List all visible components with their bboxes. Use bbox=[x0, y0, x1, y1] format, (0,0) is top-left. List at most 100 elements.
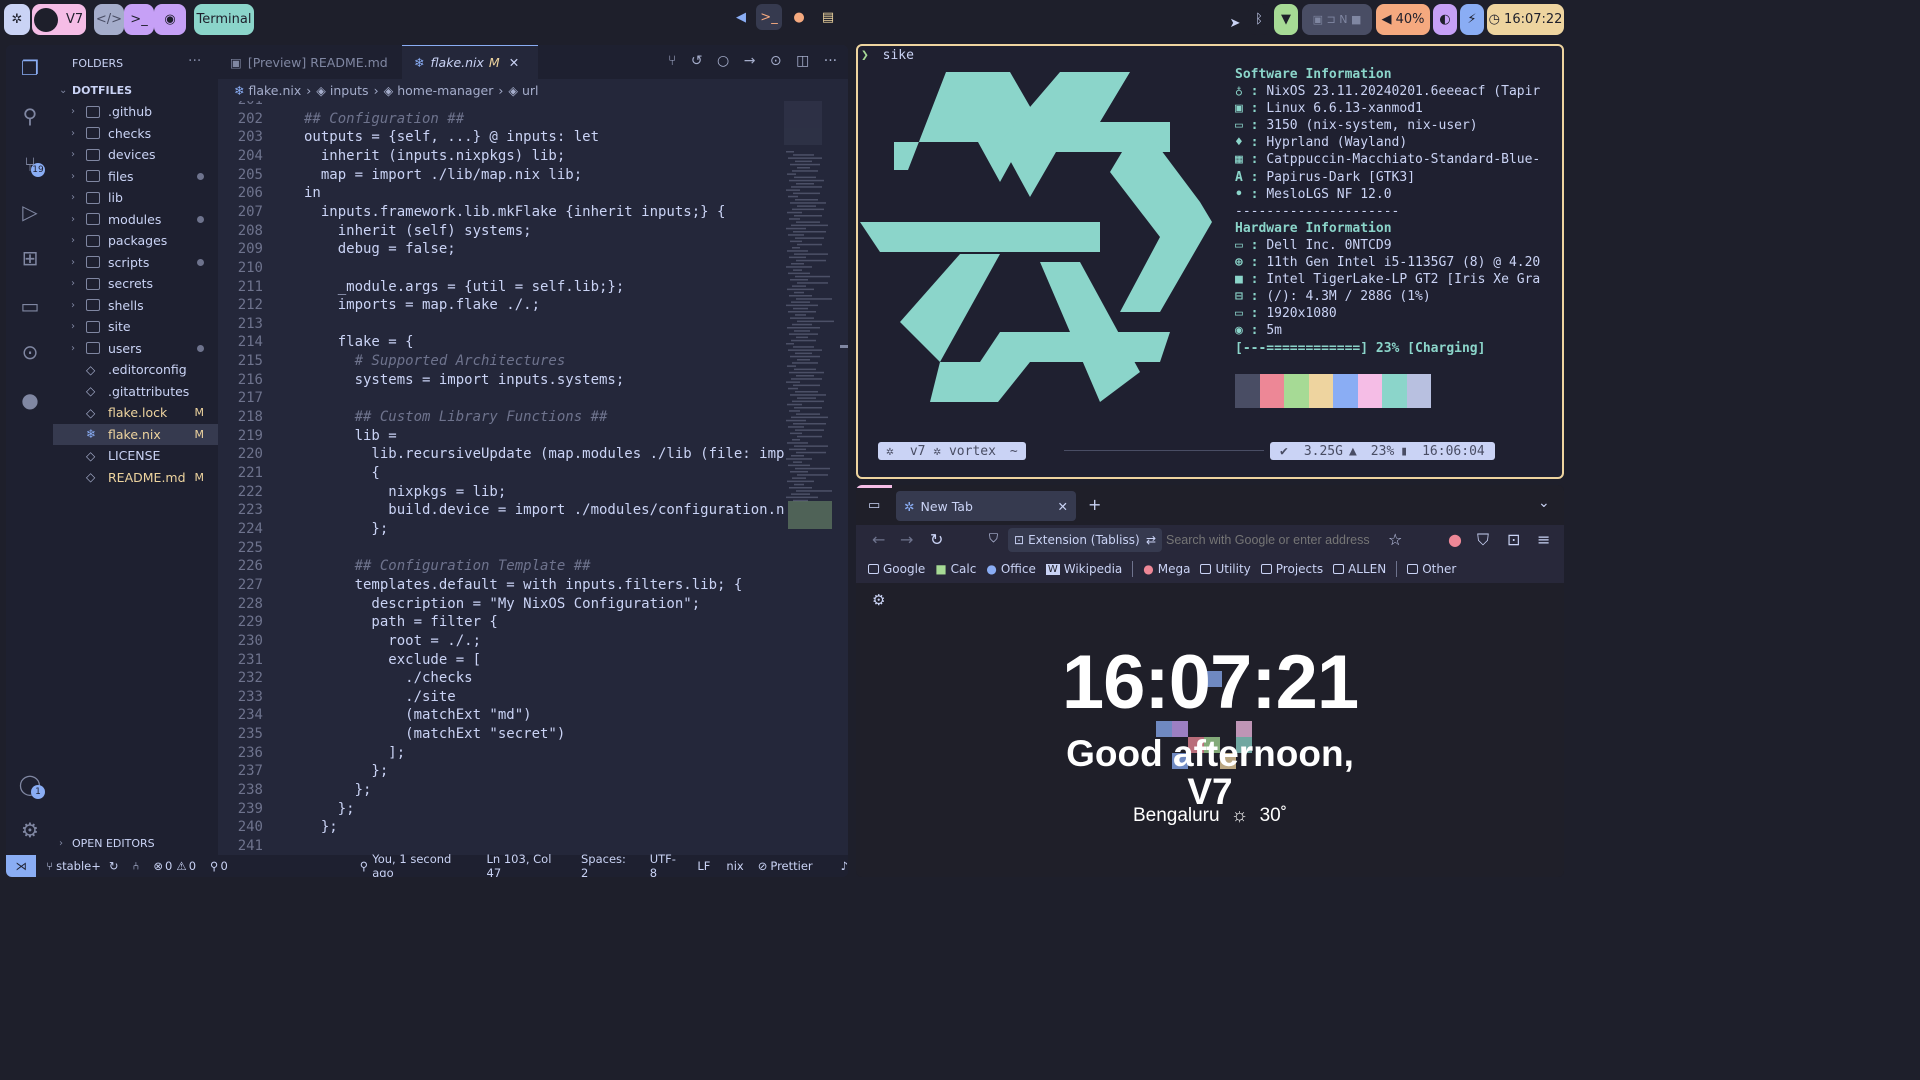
branch-name[interactable]: stable+ bbox=[56, 859, 101, 873]
back-icon[interactable]: ← bbox=[872, 530, 885, 549]
breadcrumb-file[interactable]: flake.nix bbox=[248, 83, 301, 98]
code-view[interactable]: 201202 ## Configuration ## 203 outputs = {s… bbox=[218, 101, 784, 855]
file-item[interactable]: ◇ .gitattributes bbox=[53, 381, 218, 402]
run-debug-icon[interactable]: ▷ bbox=[17, 199, 43, 225]
terminal-task-icon[interactable]: >_ bbox=[756, 4, 782, 30]
split-editor-icon[interactable]: ◫ bbox=[796, 53, 809, 69]
bookmark-other[interactable]: Other bbox=[1407, 562, 1456, 576]
folder-item[interactable]: › files bbox=[53, 166, 218, 187]
line-ending[interactable]: LF bbox=[697, 859, 710, 873]
workspace-terminal-button[interactable]: >_ bbox=[124, 4, 154, 35]
bookmark-mega[interactable]: ● Mega bbox=[1143, 562, 1190, 576]
error-count[interactable]: 0 bbox=[165, 859, 172, 873]
extensions-button-icon[interactable]: ⊡ bbox=[1507, 530, 1520, 549]
tabliss-settings-gear-icon[interactable]: ⚙ bbox=[872, 591, 885, 609]
folder-item[interactable]: › users bbox=[53, 338, 218, 359]
formatter[interactable]: Prettier bbox=[770, 859, 812, 873]
power-profile-button[interactable]: ⚡ bbox=[1460, 4, 1484, 35]
wifi-button[interactable]: ▼ bbox=[1274, 4, 1298, 35]
folder-item[interactable]: › scripts bbox=[53, 252, 218, 273]
git-graph-status-icon[interactable]: ⑃ bbox=[133, 859, 140, 873]
address-bar[interactable] bbox=[1166, 529, 1384, 551]
remote-indicator[interactable]: ⋊ bbox=[6, 855, 37, 877]
toggle-blame-icon[interactable]: ⊙ bbox=[770, 53, 782, 69]
terminal-window[interactable]: ❯ sike Software Information ♁ : NixOS 23.… bbox=[856, 44, 1564, 479]
scrollbar[interactable] bbox=[840, 345, 848, 348]
extension-chip[interactable]: ⊡ Extension (Tabliss) ⇄ bbox=[1008, 528, 1162, 552]
sidebar-more-icon[interactable]: ··· bbox=[188, 53, 201, 69]
bookmark-google[interactable]: Google bbox=[868, 562, 925, 576]
tab-list-chevron-icon[interactable]: ⌄ bbox=[1538, 495, 1550, 511]
volume-pill[interactable]: ◀ 40% bbox=[1376, 4, 1430, 35]
settings-gear-icon[interactable]: ⚙ bbox=[17, 817, 43, 843]
file-item[interactable]: ◇ flake.lock M bbox=[53, 402, 218, 423]
extension-tomato-icon[interactable]: ● bbox=[1448, 530, 1462, 549]
sync-icon[interactable]: ↻ bbox=[109, 859, 119, 873]
file-item[interactable]: ◇ .editorconfig bbox=[53, 359, 218, 380]
language-mode[interactable]: nix bbox=[726, 859, 743, 873]
folder-item[interactable]: › .github bbox=[53, 101, 218, 122]
breadcrumb-home-manager[interactable]: home-manager bbox=[397, 83, 493, 98]
prev-change-icon[interactable]: ○ bbox=[717, 53, 729, 69]
folder-item[interactable]: › modules bbox=[53, 209, 218, 230]
git-graph-icon[interactable]: ⊙ bbox=[17, 339, 43, 365]
next-change-icon[interactable]: → bbox=[744, 53, 756, 69]
ublock-icon[interactable]: ⛉ bbox=[1477, 530, 1489, 550]
github-icon[interactable]: ● bbox=[17, 387, 43, 413]
workspace-code-button[interactable]: </> bbox=[94, 4, 124, 35]
accounts-icon[interactable]: ◯ 1 bbox=[17, 771, 45, 799]
bookmark-utility[interactable]: Utility bbox=[1200, 562, 1251, 576]
close-tab-icon[interactable]: ✕ bbox=[509, 55, 519, 70]
more-actions-icon[interactable]: ··· bbox=[824, 53, 837, 69]
theme-toggle-button[interactable]: ◐ bbox=[1433, 4, 1457, 35]
file-item[interactable]: ◇ README.md M bbox=[53, 467, 218, 488]
tab-flake-nix[interactable]: ❄ flake.nix M ✕ bbox=[402, 45, 538, 79]
files-task-icon[interactable]: ▤ bbox=[815, 4, 841, 30]
source-control-icon[interactable]: ⑂ 19 bbox=[17, 151, 45, 177]
menu-icon[interactable]: ≡ bbox=[1537, 530, 1550, 549]
indentation[interactable]: Spaces: 2 bbox=[581, 852, 634, 877]
bookmark-star-icon[interactable]: ☆ bbox=[1388, 530, 1402, 549]
folder-item[interactable]: › packages bbox=[53, 230, 218, 251]
folder-item[interactable]: › shells bbox=[53, 295, 218, 316]
clock-pill[interactable]: ◷ 16:07:22 bbox=[1487, 4, 1564, 35]
warning-count[interactable]: 0 bbox=[189, 859, 196, 873]
close-tab-icon[interactable]: ✕ bbox=[1058, 499, 1068, 514]
ports-count[interactable]: 0 bbox=[220, 859, 227, 873]
extensions-icon[interactable]: ⊞ bbox=[17, 245, 43, 271]
encoding[interactable]: UTF-8 bbox=[650, 852, 682, 877]
reload-icon[interactable]: ↻ bbox=[930, 530, 943, 549]
remote-explorer-icon[interactable]: ▭ bbox=[17, 293, 43, 319]
workspace-browser-button[interactable]: ◉ bbox=[154, 4, 186, 35]
folder-item[interactable]: › site bbox=[53, 316, 218, 337]
active-window-pill[interactable]: Terminal bbox=[194, 4, 254, 35]
git-blame[interactable]: You, 1 second ago bbox=[372, 852, 470, 877]
file-item[interactable]: ◇ LICENSE bbox=[53, 445, 218, 466]
open-editors-section[interactable]: › OPEN EDITORS bbox=[53, 833, 218, 854]
new-tab-plus-icon[interactable]: + bbox=[1088, 495, 1101, 514]
bookmark-wikipedia[interactable]: W Wikipedia bbox=[1045, 562, 1122, 576]
folder-item[interactable]: › checks bbox=[53, 123, 218, 144]
breadcrumb-url[interactable]: url bbox=[522, 83, 539, 98]
browser-tab-new-tab[interactable]: ✲ New Tab ✕ bbox=[896, 491, 1076, 521]
explorer-icon[interactable]: ❐ bbox=[17, 55, 43, 81]
folder-item[interactable]: › lib bbox=[53, 187, 218, 208]
bookmark-calc[interactable]: ■ Calc bbox=[935, 562, 976, 576]
root-folder[interactable]: ⌄ DOTFILES bbox=[53, 80, 218, 101]
bookmark-allen[interactable]: ALLEN bbox=[1333, 562, 1386, 576]
cursor-position[interactable]: Ln 103, Col 47 bbox=[487, 852, 565, 877]
breadcrumb-inputs[interactable]: inputs bbox=[330, 83, 369, 98]
vscode-task-icon[interactable]: ◀ bbox=[728, 4, 754, 30]
bluetooth-button[interactable]: ᛒ bbox=[1248, 4, 1270, 35]
launcher-button[interactable]: ✲ bbox=[4, 4, 30, 35]
open-changes-icon[interactable]: ⑂ bbox=[668, 53, 676, 69]
minimap[interactable] bbox=[784, 101, 840, 541]
workspace-pill[interactable]: V7 bbox=[32, 4, 86, 35]
folder-item[interactable]: › secrets bbox=[53, 273, 218, 294]
search-icon[interactable]: ⚲ bbox=[17, 103, 43, 129]
folder-item[interactable]: › devices bbox=[53, 144, 218, 165]
bookmark-projects[interactable]: Projects bbox=[1260, 562, 1323, 576]
notifications-bell-icon[interactable]: ♪ bbox=[841, 859, 848, 873]
tab-readme-preview[interactable]: ▣ [Preview] README.md bbox=[218, 45, 402, 79]
bookmark-office[interactable]: ● Office bbox=[986, 562, 1036, 576]
